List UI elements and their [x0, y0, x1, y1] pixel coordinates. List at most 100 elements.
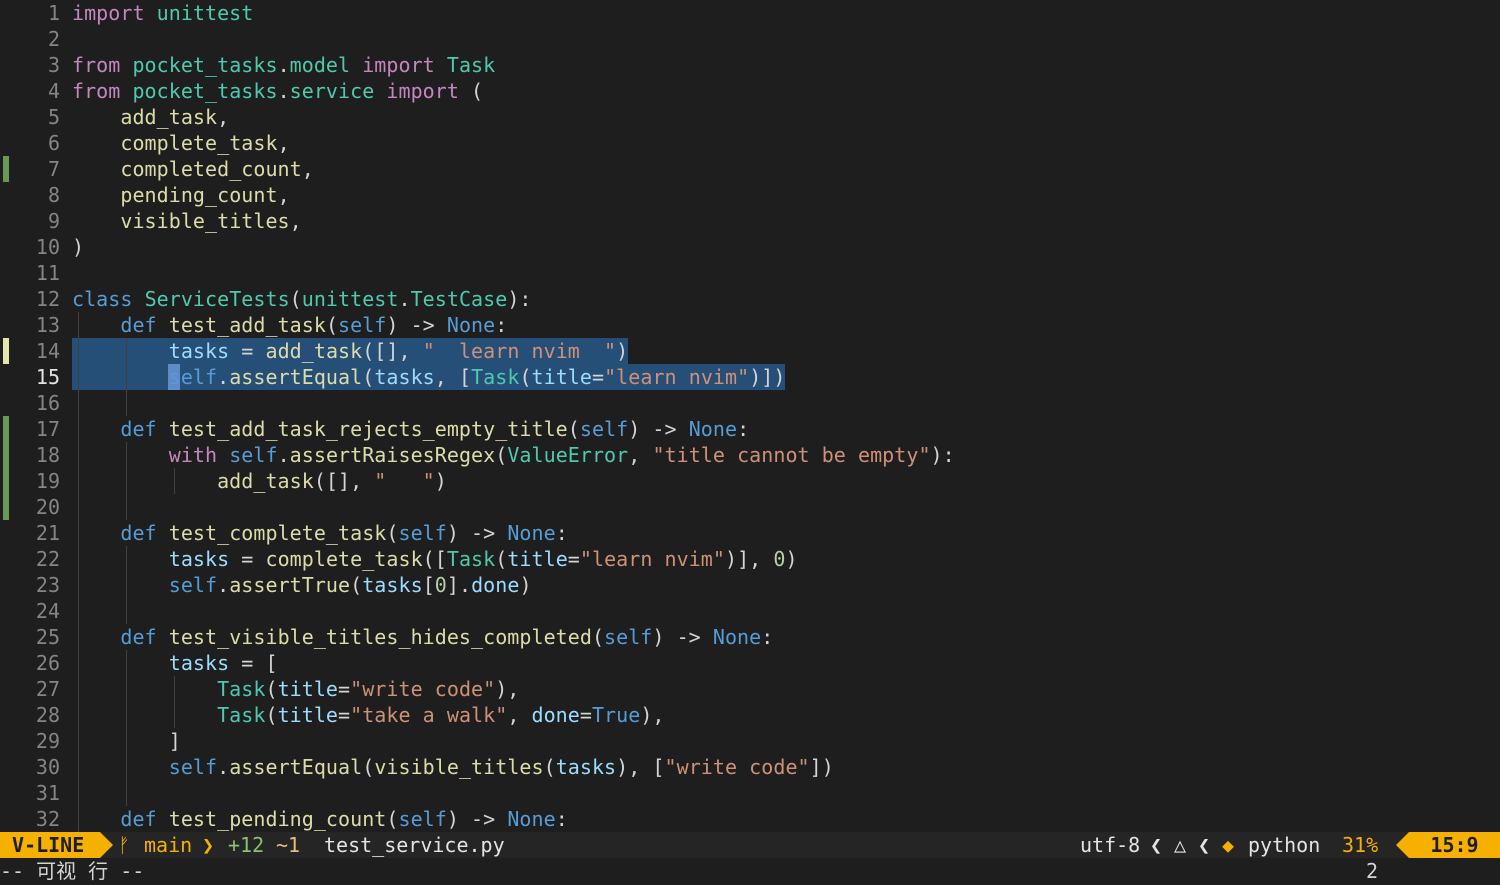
code-line[interactable]: 6 complete_task, — [0, 130, 1500, 156]
code-line[interactable]: 4 from pocket_tasks.service import ( — [0, 78, 1500, 104]
code-text[interactable]: from pocket_tasks.model import Task — [72, 52, 495, 78]
code-text[interactable]: Task(title="take a walk", done=True), — [72, 702, 665, 728]
line-number: 26 — [35, 651, 60, 675]
code-line[interactable]: 16 — [0, 390, 1500, 416]
line-number: 7 — [47, 157, 60, 181]
line-number: 22 — [35, 547, 60, 571]
code-text[interactable]: def test_visible_titles_hides_completed(… — [72, 624, 773, 650]
code-text[interactable]: self.assertEqual(visible_titles(tasks), … — [72, 754, 834, 780]
line-number: 3 — [47, 53, 60, 77]
line-number: 32 — [35, 807, 60, 831]
line-number: 19 — [35, 469, 60, 493]
file-type: python — [1248, 833, 1321, 857]
code-line[interactable]: 7 completed_count, — [0, 156, 1500, 182]
code-line[interactable]: 19 add_task([], " ") — [0, 468, 1500, 494]
line-number: 11 — [35, 261, 60, 285]
code-line[interactable]: 9 visible_titles, — [0, 208, 1500, 234]
line-number: 6 — [47, 131, 60, 155]
code-text[interactable]: self.assertTrue(tasks[0].done) — [72, 572, 532, 598]
code-text[interactable]: def test_add_task_rejects_empty_title(se… — [72, 416, 749, 442]
code-text[interactable]: complete_task, — [72, 130, 290, 156]
git-added-count: +12 — [228, 833, 265, 857]
statusline: V-LINE ᚠ main ❯ +12 ~1 test_service.py u… — [0, 832, 1500, 858]
code-text[interactable]: def test_pending_count(self) -> None: — [72, 806, 568, 832]
code-text[interactable]: add_task([], " ") — [72, 468, 447, 494]
code-line[interactable]: 28 Task(title="take a walk", done=True), — [0, 702, 1500, 728]
code-line[interactable]: 26 tasks = [ — [0, 650, 1500, 676]
code-text[interactable]: completed_count, — [72, 156, 314, 182]
line-number: 25 — [35, 625, 60, 649]
file-name: test_service.py — [324, 833, 505, 857]
code-text[interactable]: tasks = complete_task([Task(title="learn… — [72, 546, 798, 572]
chevron-left-icon: ❮ — [1198, 833, 1211, 857]
line-number: 8 — [47, 183, 60, 207]
line-number: 10 — [35, 235, 60, 259]
line-number: 1 — [47, 1, 60, 25]
selection-count: 2 — [1366, 859, 1379, 883]
python-icon: ◆ — [1222, 833, 1235, 857]
code-line[interactable]: 13 def test_add_task(self) -> None: — [0, 312, 1500, 338]
code-line[interactable]: 15 self.assertEqual(tasks, [Task(title="… — [0, 364, 1500, 390]
code-text[interactable]: pending_count, — [72, 182, 290, 208]
code-line[interactable]: 2 — [0, 26, 1500, 52]
line-number: 18 — [35, 443, 60, 467]
line-number: 17 — [35, 417, 60, 441]
editor-buffer[interactable]: 1 import unittest 2 3 from pocket_tasks.mode… — [0, 0, 1500, 832]
code-text[interactable]: def test_complete_task(self) -> None: — [72, 520, 568, 546]
code-text[interactable]: add_task, — [72, 104, 229, 130]
code-line[interactable]: 22 tasks = complete_task([Task(title="le… — [0, 546, 1500, 572]
code-line[interactable]: 30 self.assertEqual(visible_titles(tasks… — [0, 754, 1500, 780]
code-line[interactable]: 24 — [0, 598, 1500, 624]
code-text[interactable]: with self.assertRaisesRegex(ValueError, … — [72, 442, 955, 468]
git-added-sign — [3, 416, 9, 442]
code-text[interactable]: Task(title="write code"), — [72, 676, 519, 702]
code-line[interactable]: 23 self.assertTrue(tasks[0].done) — [0, 572, 1500, 598]
line-number: 23 — [35, 573, 60, 597]
code-line[interactable]: 25 def test_visible_titles_hides_complet… — [0, 624, 1500, 650]
file-encoding: utf-8 — [1080, 833, 1141, 857]
code-line[interactable]: 32 def test_pending_count(self) -> None: — [0, 806, 1500, 832]
code-text[interactable]: import unittest — [72, 0, 253, 26]
indent-guide — [126, 442, 128, 520]
code-line[interactable]: 21 def test_complete_task(self) -> None: — [0, 520, 1500, 546]
code-line[interactable]: 1 import unittest — [0, 0, 1500, 26]
code-text[interactable]: class ServiceTests(unittest.TestCase): — [72, 286, 532, 312]
code-line[interactable]: 29 ] — [0, 728, 1500, 754]
code-line[interactable]: 20 — [0, 494, 1500, 520]
linux-icon: △ — [1174, 833, 1187, 857]
mode-separator — [100, 832, 113, 858]
line-number: 14 — [35, 339, 60, 363]
line-number: 28 — [35, 703, 60, 727]
cursor-position: 15:9 — [1409, 832, 1500, 858]
indent-guide — [174, 676, 176, 728]
command-line[interactable]: -- 可视 行 -- 2 — [0, 858, 1500, 885]
code-line[interactable]: 18 with self.assertRaisesRegex(ValueErro… — [0, 442, 1500, 468]
git-added-sign — [3, 494, 9, 520]
code-text[interactable]: tasks = add_task([], " learn nvim ") — [72, 338, 628, 364]
line-number: 9 — [47, 209, 60, 233]
git-added-sign — [3, 468, 9, 494]
indent-guide — [126, 546, 128, 624]
code-text[interactable]: def test_add_task(self) -> None: — [72, 312, 507, 338]
git-branch: main — [144, 833, 193, 857]
indent-guide — [126, 650, 128, 806]
code-line[interactable]: 8 pending_count, — [0, 182, 1500, 208]
scroll-percent: 31% — [1342, 833, 1379, 857]
line-number: 4 — [47, 79, 60, 103]
code-text[interactable]: from pocket_tasks.service import ( — [72, 78, 483, 104]
code-line[interactable]: 11 — [0, 260, 1500, 286]
code-line[interactable]: 14 tasks = add_task([], " learn nvim ") — [0, 338, 1500, 364]
code-line[interactable]: 27 Task(title="write code"), — [0, 676, 1500, 702]
code-line[interactable]: 5 add_task, — [0, 104, 1500, 130]
code-line[interactable]: 10) — [0, 234, 1500, 260]
code-line[interactable]: 31 — [0, 780, 1500, 806]
code-line[interactable]: 3 from pocket_tasks.model import Task — [0, 52, 1500, 78]
line-number: 16 — [35, 391, 60, 415]
code-text[interactable]: self.assertEqual(tasks, [Task(title="lea… — [72, 364, 786, 390]
code-text[interactable]: ) — [72, 234, 84, 260]
code-line[interactable]: 17 def test_add_task_rejects_empty_title… — [0, 416, 1500, 442]
code-line[interactable]: 12 class ServiceTests(unittest.TestCase): — [0, 286, 1500, 312]
code-text[interactable]: visible_titles, — [72, 208, 302, 234]
code-text[interactable]: tasks = [ — [72, 650, 278, 676]
line-number: 24 — [35, 599, 60, 623]
